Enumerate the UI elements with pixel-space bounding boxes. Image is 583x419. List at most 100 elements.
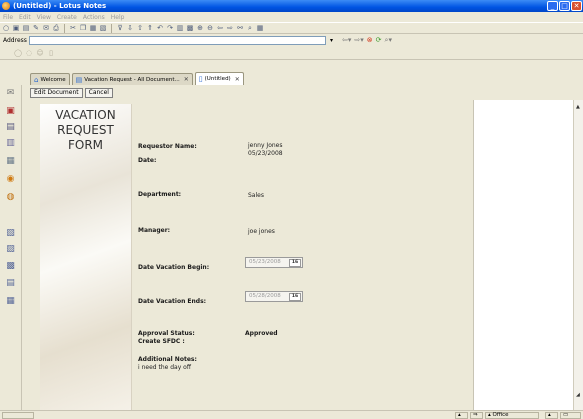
reply-icon[interactable]: ↶ [156, 24, 164, 32]
requestor-name-label: Requestor Name: [138, 143, 197, 150]
connection-icon[interactable]: ⇒ [470, 412, 483, 419]
date-vacation-ends-value: 05/28/2008 [249, 293, 281, 299]
lotus-notes-logo-icon [2, 2, 10, 10]
inbox-icon[interactable]: ▭ [560, 412, 581, 419]
search-icon[interactable]: ⌕▾ [385, 36, 392, 45]
database-icon[interactable]: ▧ [4, 227, 17, 240]
edit-icon[interactable]: ✎ [32, 24, 40, 32]
cancel-button[interactable]: Cancel [84, 88, 113, 98]
menu-edit[interactable]: Edit [19, 14, 31, 21]
date-vacation-ends-field[interactable]: 05/28/2008 16 [245, 291, 303, 302]
date-vacation-begin-field[interactable]: 05/23/2008 16 [245, 257, 303, 268]
forward-arrow-icon[interactable]: ⇨ [226, 24, 234, 32]
maximize-button[interactable]: □ [559, 1, 570, 11]
date-vacation-ends-label: Date Vacation Ends: [138, 298, 207, 305]
save-icon[interactable]: ▣ [12, 24, 20, 32]
database-icon[interactable]: ▤ [4, 277, 17, 290]
contacts-icon[interactable]: ▥ [4, 137, 17, 150]
menu-bar: File Edit View Create Actions Help [0, 12, 583, 22]
circle-icon[interactable]: ○ [2, 24, 10, 32]
refresh-icon[interactable]: ⟳ [376, 36, 382, 44]
scroll-corner-icon[interactable]: ◢ [576, 392, 580, 398]
database-icon[interactable]: ▦ [4, 295, 17, 308]
toolbar-divider [64, 23, 65, 33]
title-bar: (Untitled) - Lotus Notes _ □ ✕ [0, 0, 583, 12]
edit-document-button[interactable]: Edit Document [30, 88, 83, 98]
forward-icon[interactable]: ⇨▾ [354, 36, 363, 44]
form-title-line: FORM [67, 138, 104, 152]
department-value: Sales [248, 192, 264, 199]
home-icon: ⌂ [34, 75, 39, 84]
tab-welcome[interactable]: ⌂ Welcome [30, 73, 70, 85]
forward-icon[interactable]: ↷ [166, 24, 174, 32]
table-icon[interactable]: ▩ [186, 24, 194, 32]
clipboard-icon[interactable]: ▧ [99, 24, 107, 32]
chevron-down-icon[interactable]: ▾ [327, 36, 336, 45]
back-icon[interactable]: ⇦▾ [342, 36, 351, 44]
bookmark-sidebar: ✉ ▣ ▤ ▥ ▦ ◉ ◍ ▧ ▨ ▩ ▤ ▦ [0, 85, 22, 410]
menu-actions[interactable]: Actions [83, 14, 105, 21]
menu-help[interactable]: Help [111, 14, 125, 21]
calendar-picker-icon[interactable]: 16 [289, 259, 301, 267]
arrow-up-alt-icon[interactable]: ⇑ [146, 24, 154, 32]
filter-icon[interactable]: ⊽ [116, 24, 124, 32]
grid-icon[interactable]: ▥ [176, 24, 184, 32]
paste-icon[interactable]: ▦ [89, 24, 97, 32]
date-label: Date: [138, 157, 157, 164]
arrow-up-icon[interactable]: ⇧ [136, 24, 144, 32]
print-icon[interactable]: ⎙ [52, 24, 60, 32]
navigation-controls: ⇦▾ ⇨▾ ⊗ ⟳ ⌕▾ [342, 36, 392, 45]
database-icon[interactable]: ▩ [4, 260, 17, 273]
close-button[interactable]: ✕ [571, 1, 582, 11]
database-icon[interactable]: ▨ [4, 243, 17, 256]
tab-vacation-request[interactable]: ▤ Vacation Request - All Document... ✕ [71, 73, 193, 85]
stop-icon[interactable]: ⊗ [367, 36, 373, 44]
close-icon[interactable]: ✕ [184, 76, 189, 83]
close-icon[interactable]: ✕ [235, 76, 240, 83]
cut-icon[interactable]: ✂ [69, 24, 77, 32]
frame-icon[interactable]: ▯ [47, 49, 55, 57]
address-input[interactable] [29, 35, 326, 45]
status-bar: ▴ ⇒ ▴ Office ▴ ▭ [0, 410, 583, 419]
replicator-icon[interactable]: ◉ [4, 173, 17, 186]
menu-view[interactable]: View [37, 14, 51, 21]
copy-icon[interactable]: ❐ [79, 24, 87, 32]
scroll-up-icon[interactable]: ▲ [576, 104, 580, 110]
form-banner: VACATION REQUEST FORM [40, 104, 132, 410]
minus-icon[interactable]: ⊖ [206, 24, 214, 32]
date-value: 05/23/2008 [248, 150, 283, 157]
favorites-icon[interactable]: ◍ [4, 191, 17, 204]
department-label: Department: [138, 191, 182, 198]
back-arrow-icon[interactable]: ⇦ [216, 24, 224, 32]
chat-icon[interactable]: ◌ [25, 49, 33, 57]
minimize-button[interactable]: _ [547, 1, 558, 11]
status-up-icon[interactable]: ▴ [545, 412, 558, 419]
todo-icon[interactable]: ▦ [4, 155, 17, 168]
calendar-icon[interactable]: ▦ [256, 24, 264, 32]
date-vacation-begin-value: 05/23/2008 [249, 259, 281, 265]
tab-label: (Untitled) [204, 76, 231, 82]
menu-file[interactable]: File [3, 14, 13, 21]
arrow-down-icon[interactable]: ⇩ [126, 24, 134, 32]
approval-status-label: Approval Status: [138, 330, 195, 337]
person-icon[interactable]: ☺ [36, 49, 44, 57]
vertical-scrollbar[interactable]: ▲ ◢ [573, 100, 583, 410]
location-selector[interactable]: ▴ Office [485, 412, 539, 419]
open-icon[interactable]: ▤ [22, 24, 30, 32]
tab-untitled[interactable]: ▯ (Untitled) ✕ [194, 72, 244, 85]
binoculars-icon[interactable]: ⚯ [236, 24, 244, 32]
mail-icon[interactable]: ✉ [42, 24, 50, 32]
plus-icon[interactable]: ⊕ [196, 24, 204, 32]
calendar-icon[interactable]: ▤ [4, 121, 17, 134]
manager-label: Manager: [138, 227, 171, 234]
circle-icon[interactable]: ◯ [14, 49, 22, 57]
search-icon[interactable]: ⌕ [246, 24, 254, 32]
status-dropdown-icon[interactable]: ▴ [455, 412, 468, 419]
bookmark-icon[interactable]: ✉ [4, 87, 17, 100]
menu-create[interactable]: Create [57, 14, 77, 21]
database-icon: ▤ [75, 75, 83, 84]
mail-icon[interactable]: ▣ [4, 105, 17, 118]
document-area: VACATION REQUEST FORM Requestor Name: je… [28, 100, 473, 410]
calendar-picker-icon[interactable]: 16 [289, 293, 301, 301]
window-controls: _ □ ✕ [547, 1, 582, 11]
